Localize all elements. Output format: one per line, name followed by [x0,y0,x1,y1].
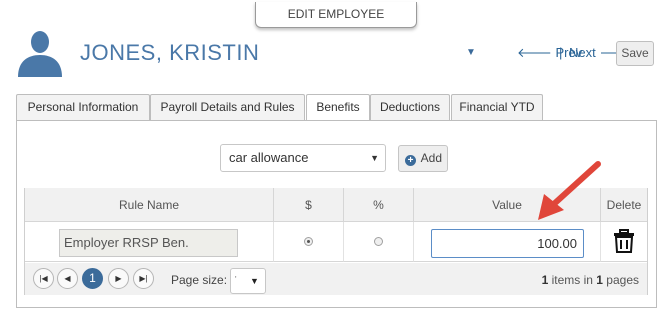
trash-icon[interactable] [613,229,635,258]
pages-count: 1 [596,273,603,287]
tab-financial-ytd[interactable]: Financial YTD [451,94,543,120]
page-size-label: Page size: [171,273,228,287]
rule-select-value: car allowance [229,150,309,165]
last-page-icon[interactable]: ▶| [133,268,154,289]
employee-dropdown-icon[interactable]: ▼ [466,47,476,58]
prev-page-icon[interactable]: ◀ [57,268,78,289]
chevron-down-icon: ▼ [250,276,259,286]
nav-separator: | [559,45,563,60]
tab-personal-information[interactable]: Personal Information [16,94,150,120]
column-percent: % [344,188,414,222]
next-label: Next [569,45,596,60]
page-size-dropdown[interactable]: ' ▼ [230,268,266,294]
page-size-value: ' [235,275,237,284]
column-rule-name: Rule Name [25,188,274,222]
percent-radio[interactable] [374,237,383,246]
user-avatar-icon [18,31,62,77]
edit-employee-tab: EDIT EMPLOYEE [255,2,417,28]
column-dollar: $ [274,188,344,222]
tab-benefits[interactable]: Benefits [306,94,370,121]
page-number-button[interactable]: 1 [82,268,103,289]
avatar [15,27,65,77]
rule-name-field[interactable]: Employer RRSP Ben. [59,229,238,257]
chevron-down-icon: ▼ [370,153,379,163]
tab-deductions[interactable]: Deductions [370,94,450,120]
pager-info: 1 items in 1 pages [542,273,639,287]
arrow-left-icon: 🡐 [517,45,552,60]
first-page-icon[interactable]: |◀ [33,268,54,289]
dollar-radio[interactable] [304,237,313,246]
add-label: Add [420,151,443,165]
employee-name: JONES, KRISTIN [80,40,260,65]
rule-select[interactable]: car allowance ▼ [220,144,386,172]
value-field[interactable]: 100.00 [431,229,584,258]
items-text: items in [548,273,597,287]
annotation-arrow-icon [538,161,601,220]
pages-text: pages [602,273,639,287]
plus-icon: + [405,155,416,166]
tab-payroll-details[interactable]: Payroll Details and Rules [150,94,305,120]
add-button[interactable]: + Add [398,145,448,172]
next-page-icon[interactable]: ▶ [108,268,129,289]
save-button[interactable]: Save [616,41,654,66]
